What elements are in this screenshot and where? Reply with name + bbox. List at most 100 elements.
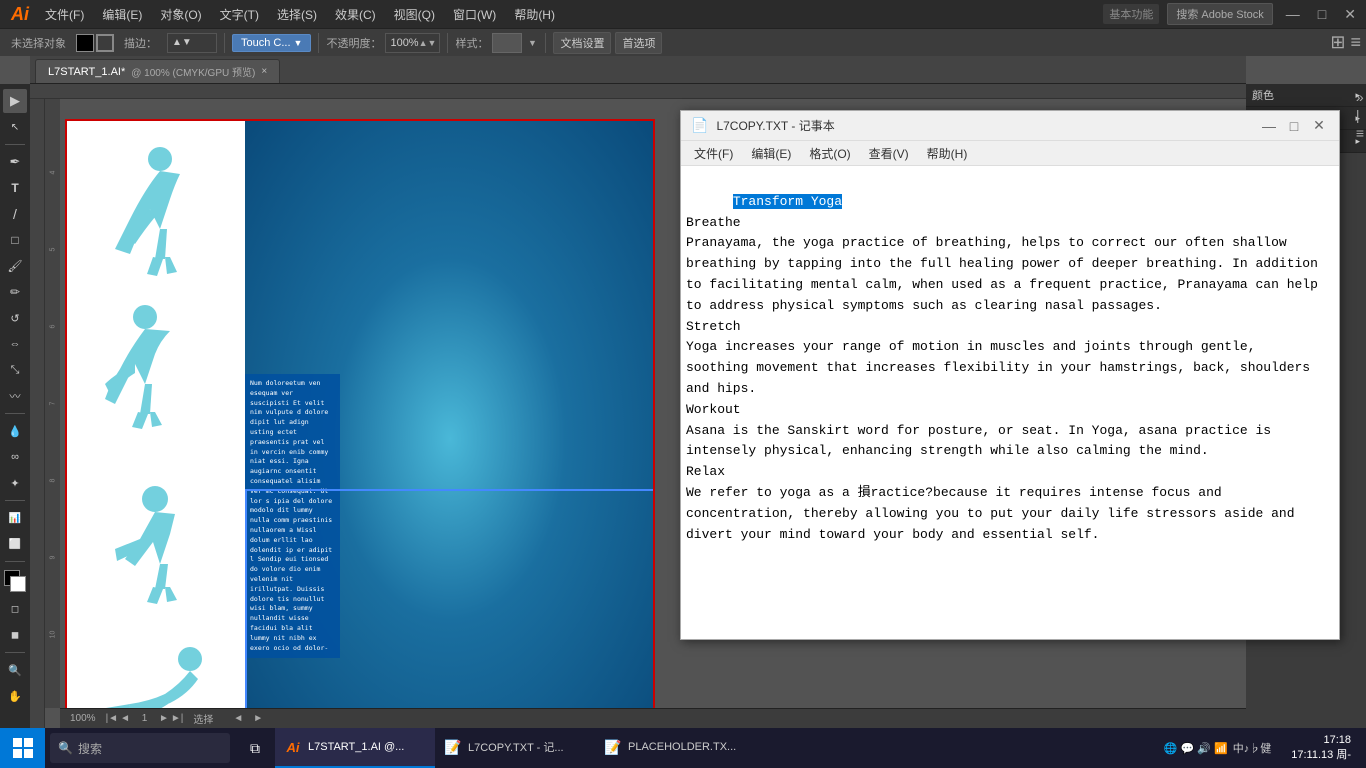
eyedropper-tool[interactable]: 💧 xyxy=(3,419,27,443)
notepad-maximize-btn[interactable]: □ xyxy=(1284,116,1304,136)
artboard[interactable]: Num doloreetum ven esequam ver suscipist… xyxy=(65,119,655,708)
stroke-input[interactable]: ▲▼ xyxy=(167,33,217,53)
ime-indicator[interactable]: 中♪♭健 xyxy=(1233,740,1272,756)
notepad-close-btn[interactable]: ✕ xyxy=(1309,116,1329,136)
column-graph-tool[interactable]: 📊 xyxy=(3,506,27,530)
selected-text[interactable]: Transform Yoga xyxy=(733,194,842,209)
taskbar-app-notepad1[interactable]: 📝 L7COPY.TXT - 记... xyxy=(435,728,595,768)
np-format-menu[interactable]: 格式(O) xyxy=(801,143,858,164)
preferences-btn[interactable]: 首选项 xyxy=(615,32,662,54)
panel-menu-icon[interactable]: ≡ xyxy=(1356,125,1364,141)
notepad-text-content[interactable]: Transform Yoga Breathe Pranayama, the yo… xyxy=(686,171,1334,634)
taskbar-search[interactable]: 🔍 搜索 xyxy=(50,733,230,763)
touch-c-button[interactable]: Touch C... ▼ xyxy=(232,34,311,52)
stock-search[interactable]: 搜索 Adobe Stock xyxy=(1167,3,1272,25)
style-dropdown[interactable]: ▼ xyxy=(526,33,538,53)
artboard-tool[interactable]: ⬜ xyxy=(3,532,27,556)
np-view-menu[interactable]: 查看(V) xyxy=(861,143,917,164)
notepad-minimize-btn[interactable]: — xyxy=(1259,116,1279,136)
arrange-icon[interactable]: ⊞ xyxy=(1330,32,1345,53)
minimize-btn[interactable]: — xyxy=(1281,6,1305,22)
pen-tool[interactable]: ✒ xyxy=(3,150,27,174)
fill-color[interactable] xyxy=(76,34,94,52)
rotate-tool[interactable]: ↺ xyxy=(3,306,27,330)
notepad-body-text[interactable]: Breathe Pranayama, the yoga practice of … xyxy=(686,215,1318,542)
close-icon[interactable]: ✕ xyxy=(1339,6,1361,23)
menu-file[interactable]: 文件(F) xyxy=(37,4,92,25)
opacity-input[interactable]: 100% ▲▼ xyxy=(385,33,440,53)
page-last-btn[interactable]: ►| xyxy=(171,713,184,724)
blend-tool[interactable]: ∞ xyxy=(3,445,27,469)
yoga-figure-2 xyxy=(80,299,220,429)
shape-tool[interactable]: □ xyxy=(3,228,27,252)
np-edit-menu[interactable]: 编辑(E) xyxy=(743,143,799,164)
menu-type[interactable]: 文字(T) xyxy=(212,4,267,25)
tools-divider-5 xyxy=(5,652,25,653)
toolbar-divider-3 xyxy=(447,33,448,53)
color-boxes[interactable] xyxy=(4,570,26,592)
reflect-tool[interactable]: ⇔ xyxy=(3,332,27,356)
taskbar-clock[interactable]: 17:18 17:11.13 周- xyxy=(1281,733,1361,764)
task-view-icon: ⧉ xyxy=(250,740,260,757)
panel-expand-icon[interactable]: » xyxy=(1356,89,1364,105)
line-tool[interactable]: / xyxy=(3,202,27,226)
task-view-btn[interactable]: ⧉ xyxy=(235,728,275,768)
symbol-tool[interactable]: ✦ xyxy=(3,471,27,495)
drawing-mode[interactable]: ◼ xyxy=(3,623,27,647)
ai-menubar: Ai 文件(F) 编辑(E) 对象(O) 文字(T) 选择(S) 效果(C) 视… xyxy=(0,0,1366,28)
page-first-btn[interactable]: |◄ xyxy=(106,713,119,724)
tab-close-btn[interactable]: × xyxy=(261,66,267,77)
direct-selection-tool[interactable]: ↖ xyxy=(3,115,27,139)
menu-window[interactable]: 窗口(W) xyxy=(445,4,504,25)
color-panel-header[interactable]: 颜色 ▸ xyxy=(1246,84,1366,107)
maximize-btn[interactable]: □ xyxy=(1313,6,1331,22)
np-file-menu[interactable]: 文件(F) xyxy=(686,143,741,164)
hand-tool[interactable]: ✋ xyxy=(3,684,27,708)
panel-options-icon[interactable]: | xyxy=(1356,107,1364,123)
panel-arrows: » | ≡ xyxy=(1354,84,1366,146)
workspace-btn[interactable]: 基本功能 xyxy=(1103,4,1159,24)
normal-mode[interactable]: ◻ xyxy=(3,597,27,621)
taskbar-notepad1-label: L7COPY.TXT - 记... xyxy=(468,739,564,755)
menu-select[interactable]: 选择(S) xyxy=(269,4,325,25)
type-tool[interactable]: T xyxy=(3,176,27,200)
show-desktop-btn[interactable] xyxy=(1361,728,1366,768)
paintbrush-tool[interactable]: 🖌 xyxy=(3,254,27,278)
stroke-color[interactable] xyxy=(96,34,114,52)
ai-document-tab[interactable]: L7START_1.AI* @ 100% (CMYK/GPU 预览) × xyxy=(35,59,280,83)
toolbar-right-icons: ⊞ ≡ xyxy=(1330,32,1361,53)
yoga-figure-4 xyxy=(70,629,230,708)
taskbar-app-notepad2[interactable]: 📝 PLACEHOLDER.TX... xyxy=(595,728,755,768)
menu-help[interactable]: 帮助(H) xyxy=(506,4,563,25)
page-prev-btn[interactable]: ◄ xyxy=(120,713,130,724)
tray-icons: 🌐 💬 🔊 📶 xyxy=(1164,742,1228,755)
tools-divider-1 xyxy=(5,144,25,145)
page-next-btn[interactable]: ► xyxy=(159,713,169,724)
menu-effect[interactable]: 效果(C) xyxy=(327,4,384,25)
style-swatch[interactable] xyxy=(492,33,522,53)
taskbar-app-illustrator[interactable]: Ai L7START_1.AI @... xyxy=(275,728,435,768)
pencil-tool[interactable]: ✏ xyxy=(3,280,27,304)
start-button[interactable] xyxy=(0,728,45,768)
scale-tool[interactable]: ⤡ xyxy=(3,358,27,382)
scroll-left-btn[interactable]: ◄ xyxy=(233,713,243,724)
menu-view[interactable]: 视图(Q) xyxy=(386,4,443,25)
taskbar-apps: Ai L7START_1.AI @... 📝 L7COPY.TXT - 记...… xyxy=(275,728,1154,768)
notepad-content-area[interactable]: Transform Yoga Breathe Pranayama, the yo… xyxy=(681,166,1339,639)
background-color[interactable] xyxy=(10,576,26,592)
touch-c-dropdown[interactable]: ▼ xyxy=(294,38,303,48)
menu-edit[interactable]: 编辑(E) xyxy=(94,4,150,25)
ai-menu-right: 基本功能 搜索 Adobe Stock — □ ✕ xyxy=(1103,3,1361,25)
selection-tool[interactable]: ▶ xyxy=(3,89,27,113)
menu-object[interactable]: 对象(O) xyxy=(152,4,209,25)
opacity-label: 不透明度： xyxy=(326,35,381,51)
scroll-right-btn[interactable]: ► xyxy=(253,713,263,724)
clock-date: 17:11.13 周- xyxy=(1291,748,1351,763)
zoom-tool[interactable]: 🔍 xyxy=(3,658,27,682)
doc-settings-btn[interactable]: 文档设置 xyxy=(553,32,611,54)
warp-tool[interactable]: 〰 xyxy=(3,384,27,408)
more-icon[interactable]: ≡ xyxy=(1350,32,1361,53)
notepad-icon: 📄 xyxy=(691,117,708,134)
np-help-menu[interactable]: 帮助(H) xyxy=(919,143,976,164)
page-number[interactable]: 1 xyxy=(132,713,157,724)
